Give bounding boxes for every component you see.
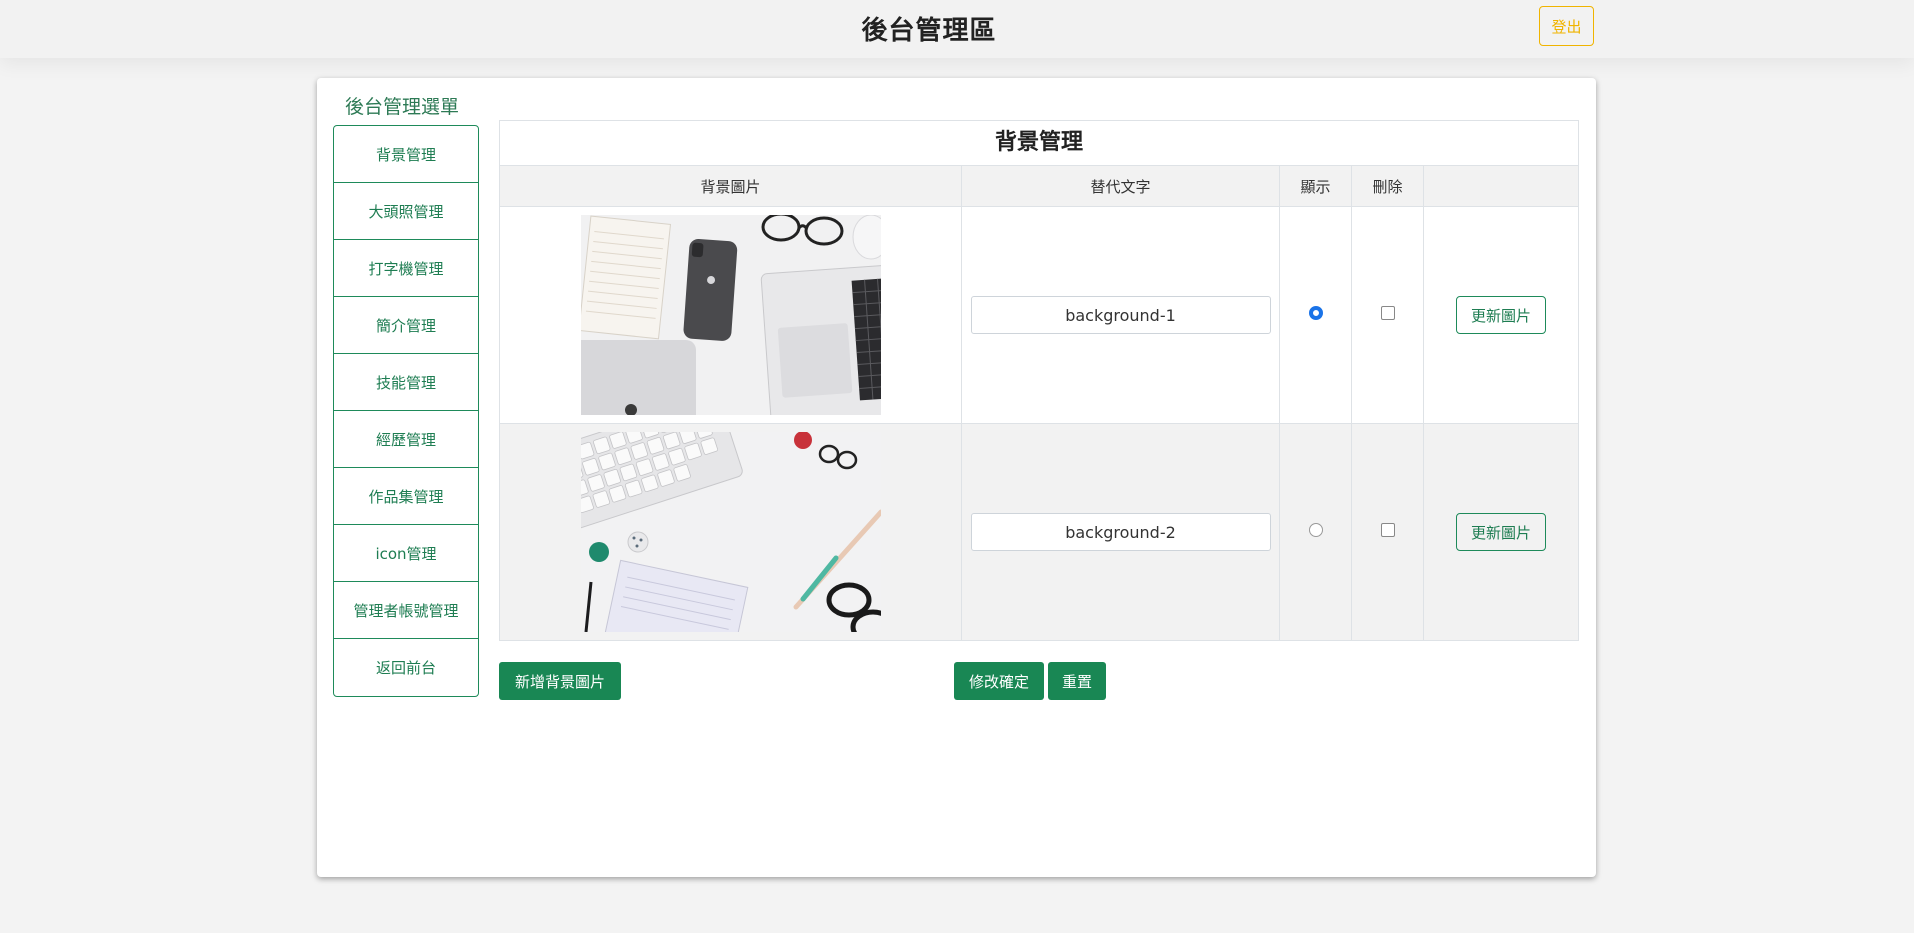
logout-button[interactable]: 登出: [1539, 6, 1594, 46]
table-header-row: 背景圖片 替代文字 顯示 刪除: [499, 165, 1579, 207]
table-row: 更新圖片: [499, 423, 1579, 641]
main-content: 背景管理 背景圖片 替代文字 顯示 刪除 background-1 更新圖片 b…: [499, 120, 1579, 641]
action-cell: 更新圖片: [1423, 206, 1579, 424]
column-header-delete: 刪除: [1351, 165, 1424, 207]
delete-checkbox-1[interactable]: [1380, 306, 1395, 320]
image-cell: [499, 423, 962, 641]
reset-button[interactable]: 重置: [1048, 662, 1106, 700]
delete-cell: [1351, 206, 1424, 424]
column-header-actions: [1423, 165, 1579, 207]
display-cell: [1279, 206, 1352, 424]
action-cell: 更新圖片: [1423, 423, 1579, 641]
alt-text-input-2[interactable]: [970, 513, 1271, 551]
delete-cell: [1351, 423, 1424, 641]
column-header-alt-text: 替代文字: [961, 165, 1280, 207]
keyboard-glasses-notebook-image: [580, 432, 881, 632]
sidebar-item-background[interactable]: 背景管理: [334, 126, 478, 183]
sidebar-item-avatar[interactable]: 大頭照管理: [334, 183, 478, 240]
sidebar-item-back-to-front[interactable]: 返回前台: [334, 639, 478, 696]
alt-text-cell: [961, 423, 1280, 641]
sidebar-menu: 背景管理 大頭照管理 打字機管理 簡介管理 技能管理 經歷管理 作品集管理 ic…: [333, 125, 479, 697]
sidebar-title: 後台管理選單: [345, 96, 460, 118]
add-background-button[interactable]: 新增背景圖片: [499, 662, 621, 700]
sidebar-item-portfolio[interactable]: 作品集管理: [334, 468, 478, 525]
table-row: 更新圖片: [499, 206, 1579, 424]
background-thumbnail-1: [580, 215, 881, 415]
sidebar-item-icon[interactable]: icon管理: [334, 525, 478, 582]
top-bar: 後台管理區 登出: [0, 0, 1914, 58]
update-image-button-1[interactable]: 更新圖片: [1456, 296, 1546, 334]
background-table: 背景管理 背景圖片 替代文字 顯示 刪除 background-1 更新圖片 b…: [499, 120, 1579, 641]
desk-phone-laptop-image: [580, 215, 881, 415]
sidebar-item-admin-accounts[interactable]: 管理者帳號管理: [334, 582, 478, 639]
admin-panel: 後台管理選單 背景管理 大頭照管理 打字機管理 簡介管理 技能管理 經歷管理 作…: [317, 78, 1596, 877]
column-header-image: 背景圖片: [499, 165, 962, 207]
update-image-button-2[interactable]: 更新圖片: [1456, 513, 1546, 551]
sidebar-item-skills[interactable]: 技能管理: [334, 354, 478, 411]
section-title: 背景管理: [499, 120, 1579, 165]
display-radio-1[interactable]: [1308, 306, 1323, 320]
sidebar-item-experience[interactable]: 經歷管理: [334, 411, 478, 468]
sidebar-item-intro[interactable]: 簡介管理: [334, 297, 478, 354]
image-cell: [499, 206, 962, 424]
display-cell: [1279, 423, 1352, 641]
column-header-display: 顯示: [1279, 165, 1352, 207]
confirm-button[interactable]: 修改確定: [954, 662, 1044, 700]
alt-text-cell: [961, 206, 1280, 424]
background-thumbnail-2: [580, 432, 881, 632]
display-radio-2[interactable]: [1308, 523, 1323, 537]
sidebar-item-typewriter[interactable]: 打字機管理: [334, 240, 478, 297]
alt-text-input-1[interactable]: [970, 296, 1271, 334]
delete-checkbox-2[interactable]: [1380, 523, 1395, 537]
